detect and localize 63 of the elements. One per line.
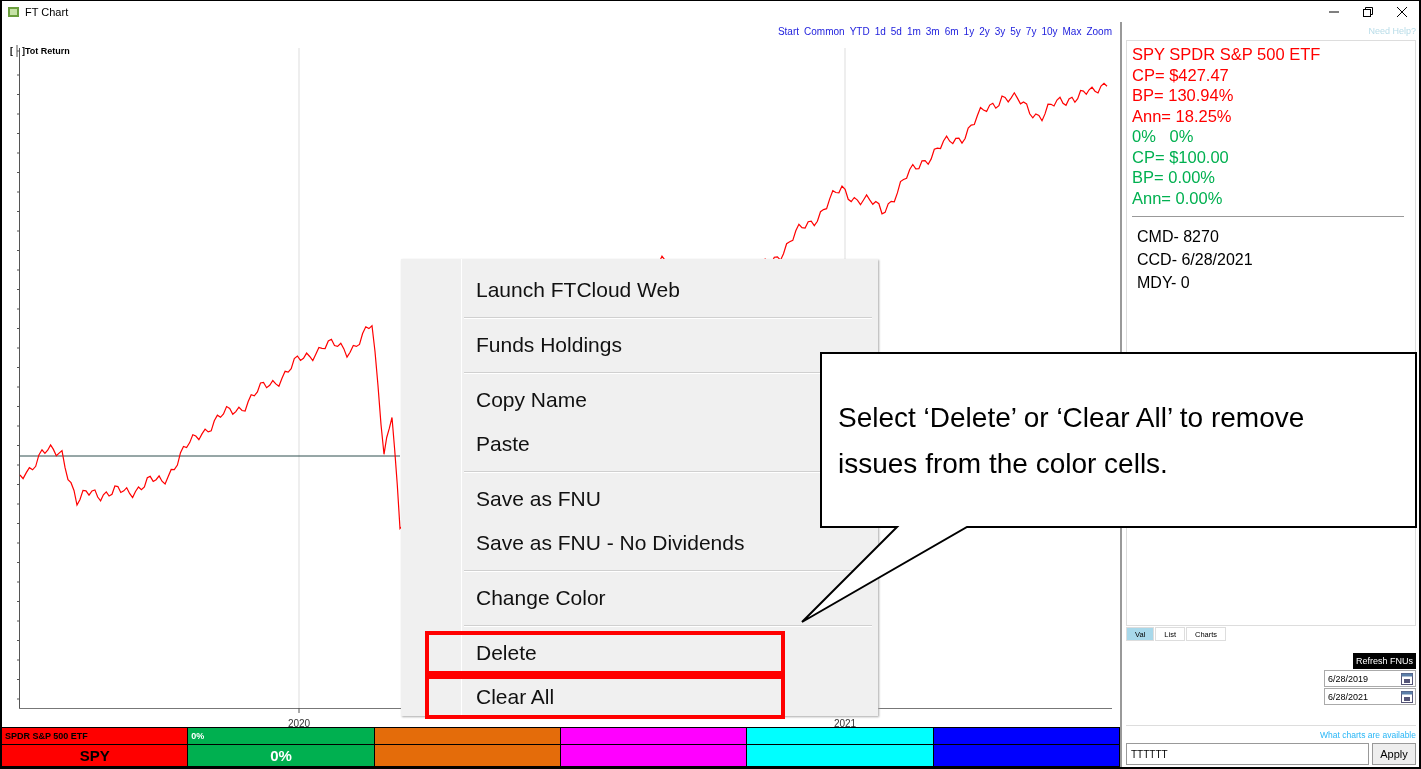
menu-item[interactable]: Change Color <box>425 576 785 620</box>
x-axis-label: 2021 <box>833 718 857 729</box>
menu-item[interactable]: Launch FTCloud Web <box>425 268 785 312</box>
date-field[interactable]: 6/28/2021 <box>1324 688 1416 705</box>
menu-item[interactable]: Save as FNU <box>425 477 785 521</box>
menu-item[interactable]: Paste <box>425 422 785 466</box>
range-link[interactable]: 1m <box>906 25 921 37</box>
window-title: FT Chart <box>25 5 69 18</box>
color-cell[interactable] <box>560 744 748 767</box>
calendar-icon[interactable] <box>1401 690 1413 703</box>
calendar-icon[interactable] <box>1401 672 1413 685</box>
info-line: SPY SPDR S&P 500 ETF <box>1132 44 1322 65</box>
info-line: 0% 0% <box>1132 126 1195 147</box>
range-link[interactable]: Common <box>804 25 845 37</box>
stat-line: CMD- 8270 <box>1136 227 1220 247</box>
legend-line-icon <box>15 45 20 57</box>
callout-text: Select ‘Delete’ or ‘Clear All’ to remove issues from the color cells. <box>838 401 1306 481</box>
range-link[interactable]: 1d <box>874 25 886 37</box>
color-cell[interactable] <box>373 727 561 745</box>
refresh-button[interactable]: Refresh FNUs <box>1353 653 1416 669</box>
info-line: Ann= 18.25% <box>1132 105 1233 126</box>
restore-icon[interactable] <box>1363 6 1373 17</box>
color-cell[interactable] <box>746 744 934 767</box>
legend-bracket: [ <box>10 46 13 56</box>
legend-label: ]Tot Return <box>22 46 70 56</box>
range-link[interactable]: Start <box>777 25 800 37</box>
close-icon[interactable] <box>1397 6 1407 17</box>
info-line: CP= $100.00 <box>1132 146 1230 167</box>
range-link[interactable]: 3m <box>925 25 940 37</box>
range-link[interactable]: 7y <box>1025 25 1037 37</box>
menu-item[interactable]: Funds Holdings <box>425 323 785 367</box>
range-link[interactable]: Max <box>1062 25 1082 37</box>
date-field[interactable]: 6/28/2019 <box>1324 670 1416 687</box>
color-cell[interactable]: SPDR S&P 500 ETF <box>2 727 189 745</box>
color-cell[interactable] <box>373 744 561 767</box>
menu-item[interactable]: Save as FNU - No Dividends <box>425 521 785 565</box>
range-link[interactable]: 5d <box>890 25 902 37</box>
range-link[interactable]: 1y <box>963 25 975 37</box>
color-cell[interactable] <box>560 727 748 745</box>
range-link[interactable]: YTD <box>849 25 870 37</box>
color-cell[interactable]: SPY <box>2 744 189 767</box>
stat-line: CCD- 6/28/2021 <box>1136 250 1254 270</box>
range-link[interactable]: 5y <box>1010 25 1021 37</box>
range-link[interactable]: 10y <box>1041 25 1058 37</box>
range-link[interactable]: 6m <box>944 25 959 37</box>
menu-item[interactable]: Copy Name <box>425 378 785 422</box>
range-link[interactable]: 3y <box>994 25 1006 37</box>
info-line: Ann= 0.00% <box>1132 187 1224 208</box>
range-link[interactable]: Zoom <box>1086 25 1112 37</box>
symbol-field[interactable]: TTTTTT <box>1126 743 1369 765</box>
info-line: BP= 0.00% <box>1132 167 1216 188</box>
menu-item[interactable]: Delete <box>425 631 785 675</box>
info-line: BP= 130.94% <box>1132 85 1235 106</box>
color-cell[interactable] <box>932 727 1120 745</box>
color-cell[interactable] <box>932 744 1120 767</box>
apply-button[interactable]: Apply <box>1372 743 1416 765</box>
app-icon <box>8 6 19 17</box>
menu-item[interactable]: Clear All <box>425 675 785 719</box>
color-cell[interactable] <box>746 727 934 745</box>
stat-line: MDY- 0 <box>1136 273 1191 293</box>
x-axis-label: 2020 <box>287 718 311 729</box>
range-link[interactable]: 2y <box>979 25 990 37</box>
info-line: CP= $427.47 <box>1132 64 1230 85</box>
